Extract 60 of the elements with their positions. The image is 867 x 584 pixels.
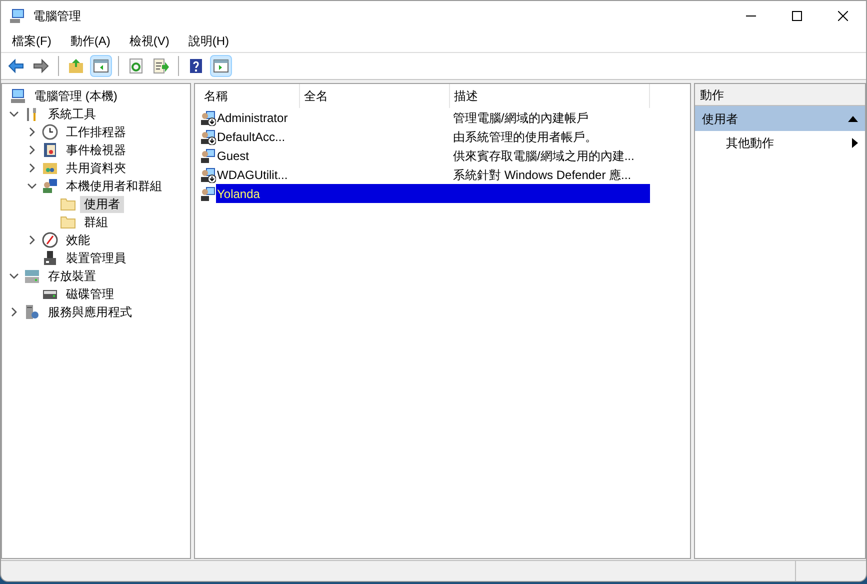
menu-item[interactable]: 動作(A) — [63, 31, 118, 51]
column-header[interactable]: 名稱 — [200, 84, 300, 108]
column-header[interactable]: 描述 — [450, 84, 650, 108]
forward-arrow-icon — [33, 58, 49, 74]
tree-item[interactable]: 電腦管理 (本機) — [30, 88, 122, 104]
server-gear-icon — [24, 304, 40, 320]
menu-item[interactable]: 檢視(V) — [122, 31, 176, 51]
menu-item[interactable]: 說明(H) — [181, 31, 236, 51]
table-cell-text: 由系統管理的使用者帳戶。 — [452, 128, 598, 146]
event-log-icon — [42, 142, 58, 158]
tree-item[interactable]: 服務與應用程式 — [44, 304, 136, 320]
toolbar-button[interactable] — [210, 55, 232, 77]
close-icon — [838, 10, 848, 20]
action-item[interactable]: 其他動作 — [695, 131, 865, 155]
menu-item[interactable]: 檔案(F) — [5, 31, 58, 51]
refresh-icon — [128, 58, 144, 74]
tree-item[interactable]: 效能 — [62, 232, 94, 248]
action-pane-icon — [213, 58, 229, 74]
tree-item[interactable]: 存放裝置 — [44, 268, 100, 284]
window-title: 電腦管理 — [33, 8, 81, 24]
back-arrow-icon — [8, 58, 24, 74]
folder-up-icon — [68, 58, 84, 74]
tree-item[interactable]: 共用資料夾 — [62, 160, 130, 176]
shared-folder-icon — [42, 160, 58, 176]
computer-icon — [9, 8, 25, 24]
table-cell-text: 供來賓存取電腦/網域之用的內建... — [452, 148, 636, 164]
export-list-icon — [153, 58, 169, 74]
table-cell-text: Yolanda — [216, 186, 261, 202]
actions-title: 動作 — [695, 84, 865, 106]
table-cell-text: 管理電腦/網域的內建帳戶 — [452, 110, 590, 126]
computer-icon — [10, 88, 26, 104]
tree-item[interactable]: 使用者 — [80, 196, 124, 212]
tree-item[interactable]: 本機使用者和群組 — [62, 178, 166, 194]
folder-icon — [60, 214, 76, 230]
gauge-icon — [42, 232, 58, 248]
tree-item[interactable]: 磁碟管理 — [62, 286, 118, 302]
users-icon — [42, 178, 58, 194]
column-header[interactable]: 全名 — [300, 84, 450, 108]
table-row[interactable]: Guest 供來賓存取電腦/網域之用的內建... — [216, 146, 650, 165]
table-cell-text: Administrator — [216, 110, 289, 126]
clock-icon — [42, 124, 58, 140]
tree-item[interactable]: 事件檢視器 — [62, 142, 130, 158]
folder-icon — [60, 196, 76, 212]
table-row[interactable]: Yolanda — [216, 184, 650, 203]
table-cell-text: DefaultAcc... — [216, 128, 286, 146]
storage-icon — [24, 268, 40, 284]
help-icon — [188, 58, 204, 74]
maximize-icon — [792, 10, 802, 20]
table-cell-text: WDAGUtilit... — [216, 166, 289, 184]
tree-item[interactable]: 裝置管理員 — [62, 250, 130, 266]
table-cell-text: Guest — [216, 148, 250, 164]
device-icon — [42, 250, 58, 266]
tree-item[interactable]: 系統工具 — [44, 106, 100, 122]
tree-item[interactable]: 工作排程器 — [62, 124, 130, 140]
tree-item[interactable]: 群組 — [80, 214, 112, 230]
console-tree-icon — [93, 58, 109, 74]
actions-section-header[interactable]: 使用者 — [695, 106, 865, 131]
collapse-triangle-icon — [848, 116, 858, 122]
toolbar-button[interactable] — [90, 55, 112, 77]
table-cell-text: 系統針對 Windows Defender 應... — [452, 166, 632, 184]
